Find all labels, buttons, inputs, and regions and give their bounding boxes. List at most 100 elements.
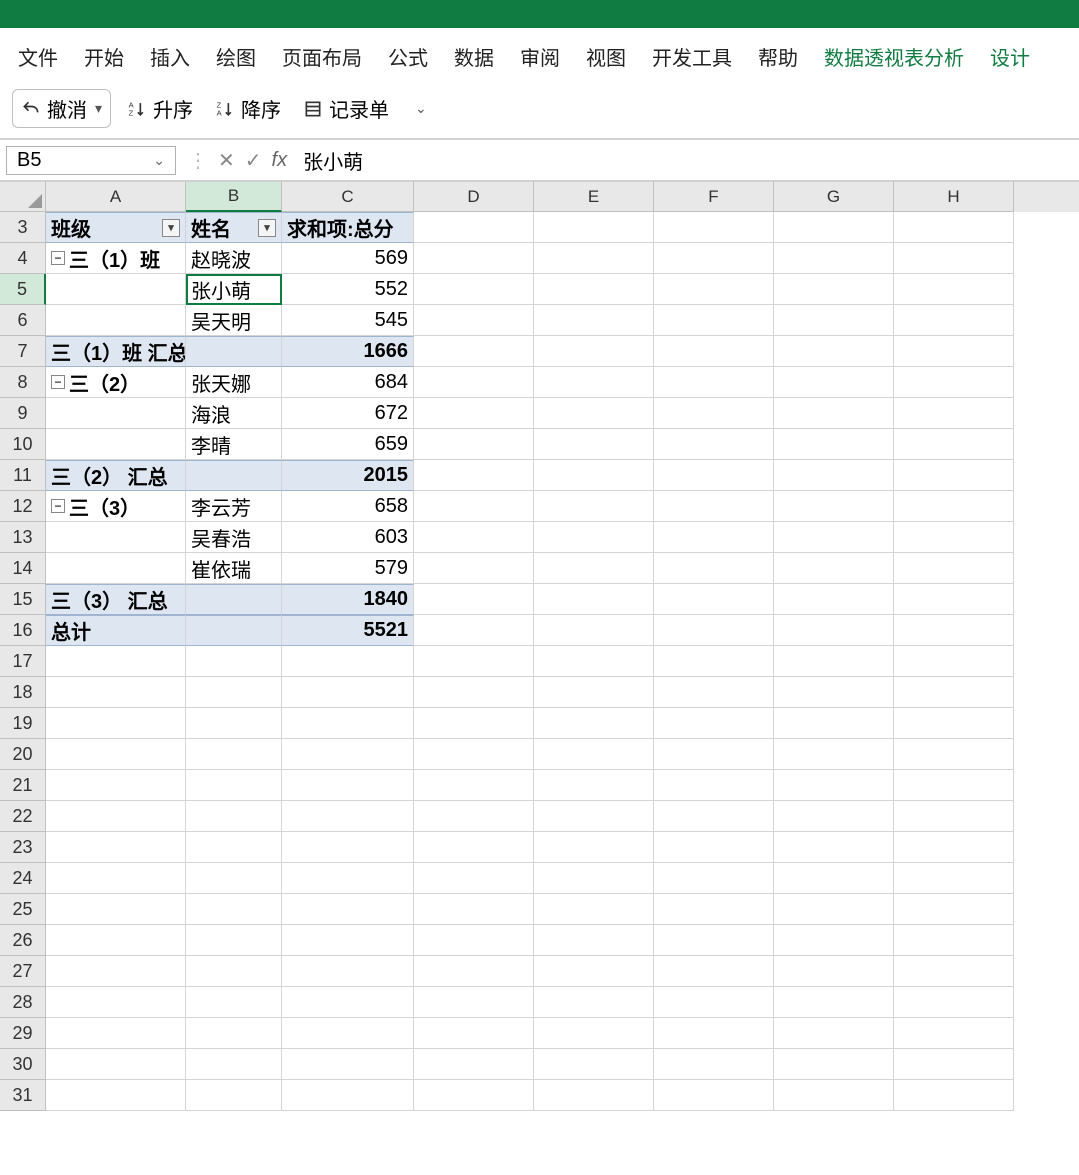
cell[interactable]	[46, 739, 186, 770]
chevron-down-icon[interactable]: ⌄	[153, 152, 165, 169]
row-header[interactable]: 27	[0, 956, 46, 987]
cell[interactable]: 1666	[282, 336, 414, 367]
row-header[interactable]: 4	[0, 243, 46, 274]
cell[interactable]	[654, 429, 774, 460]
cell[interactable]: 552	[282, 274, 414, 305]
cell[interactable]	[774, 894, 894, 925]
cell[interactable]	[534, 708, 654, 739]
cell[interactable]	[894, 801, 1014, 832]
cell[interactable]	[534, 925, 654, 956]
cell[interactable]	[894, 212, 1014, 243]
cell[interactable]	[894, 398, 1014, 429]
cell[interactable]	[534, 770, 654, 801]
cell[interactable]	[282, 956, 414, 987]
cell[interactable]	[654, 305, 774, 336]
cell[interactable]	[654, 615, 774, 646]
cell[interactable]	[282, 1018, 414, 1049]
row-header[interactable]: 25	[0, 894, 46, 925]
cell[interactable]	[774, 522, 894, 553]
cell[interactable]: 吴春浩	[186, 522, 282, 553]
cell[interactable]	[774, 708, 894, 739]
cell[interactable]	[894, 522, 1014, 553]
column-header[interactable]: F	[654, 182, 774, 212]
cell[interactable]	[774, 646, 894, 677]
cell[interactable]	[186, 863, 282, 894]
cell[interactable]	[282, 925, 414, 956]
cell[interactable]: 三（2） 汇总	[46, 460, 186, 491]
cell[interactable]	[534, 429, 654, 460]
row-header[interactable]: 14	[0, 553, 46, 584]
cell[interactable]	[46, 987, 186, 1018]
cell[interactable]	[46, 801, 186, 832]
cell[interactable]	[654, 1018, 774, 1049]
cell[interactable]	[186, 987, 282, 1018]
row-header[interactable]: 9	[0, 398, 46, 429]
cell[interactable]: 吴天明	[186, 305, 282, 336]
cell[interactable]	[774, 1018, 894, 1049]
cell[interactable]	[894, 615, 1014, 646]
row-header[interactable]: 8	[0, 367, 46, 398]
cell[interactable]	[414, 522, 534, 553]
cell[interactable]	[414, 460, 534, 491]
cell[interactable]	[774, 243, 894, 274]
cell[interactable]	[774, 801, 894, 832]
cell[interactable]	[414, 429, 534, 460]
cell[interactable]	[46, 305, 186, 336]
cell[interactable]	[774, 212, 894, 243]
cell[interactable]	[534, 460, 654, 491]
cell[interactable]	[534, 212, 654, 243]
cell[interactable]	[654, 584, 774, 615]
cell[interactable]: 求和项:总分	[282, 212, 414, 243]
row-header[interactable]: 28	[0, 987, 46, 1018]
cell[interactable]	[774, 491, 894, 522]
ribbon-tab[interactable]: 数据	[450, 36, 498, 77]
cell[interactable]: −三（2）	[46, 367, 186, 398]
cell[interactable]: 崔依瑞	[186, 553, 282, 584]
cell[interactable]	[894, 987, 1014, 1018]
cell[interactable]	[534, 801, 654, 832]
cell[interactable]	[46, 1018, 186, 1049]
cell[interactable]	[534, 367, 654, 398]
cell[interactable]	[414, 336, 534, 367]
cell[interactable]: −三（3）	[46, 491, 186, 522]
cell[interactable]	[534, 336, 654, 367]
cell[interactable]: 班级▾	[46, 212, 186, 243]
cell[interactable]	[894, 863, 1014, 894]
row-header[interactable]: 16	[0, 615, 46, 646]
row-header[interactable]: 31	[0, 1080, 46, 1111]
cell[interactable]	[282, 646, 414, 677]
cell[interactable]	[654, 956, 774, 987]
cell[interactable]	[186, 1080, 282, 1111]
cell[interactable]	[894, 956, 1014, 987]
cell[interactable]	[654, 987, 774, 1018]
cell[interactable]	[46, 925, 186, 956]
cell[interactable]	[534, 646, 654, 677]
cell[interactable]	[186, 801, 282, 832]
cell[interactable]	[186, 894, 282, 925]
cell[interactable]	[774, 832, 894, 863]
cell[interactable]	[186, 925, 282, 956]
cell[interactable]	[774, 305, 894, 336]
cell[interactable]	[654, 863, 774, 894]
column-header[interactable]: G	[774, 182, 894, 212]
cell[interactable]	[654, 708, 774, 739]
cell[interactable]	[186, 336, 282, 367]
row-header[interactable]: 20	[0, 739, 46, 770]
cell[interactable]	[186, 584, 282, 615]
cell[interactable]: 姓名▾	[186, 212, 282, 243]
cell[interactable]	[414, 553, 534, 584]
row-header[interactable]: 24	[0, 863, 46, 894]
cell[interactable]	[414, 801, 534, 832]
cell[interactable]	[414, 894, 534, 925]
cell[interactable]	[282, 770, 414, 801]
ribbon-tab[interactable]: 绘图	[212, 36, 260, 77]
cell[interactable]: 张天娜	[186, 367, 282, 398]
cell[interactable]	[414, 677, 534, 708]
cell[interactable]	[46, 1049, 186, 1080]
cell[interactable]	[414, 956, 534, 987]
cell[interactable]: −三（1）班	[46, 243, 186, 274]
cell[interactable]	[46, 553, 186, 584]
cell[interactable]	[534, 1049, 654, 1080]
row-header[interactable]: 10	[0, 429, 46, 460]
cell[interactable]	[774, 863, 894, 894]
